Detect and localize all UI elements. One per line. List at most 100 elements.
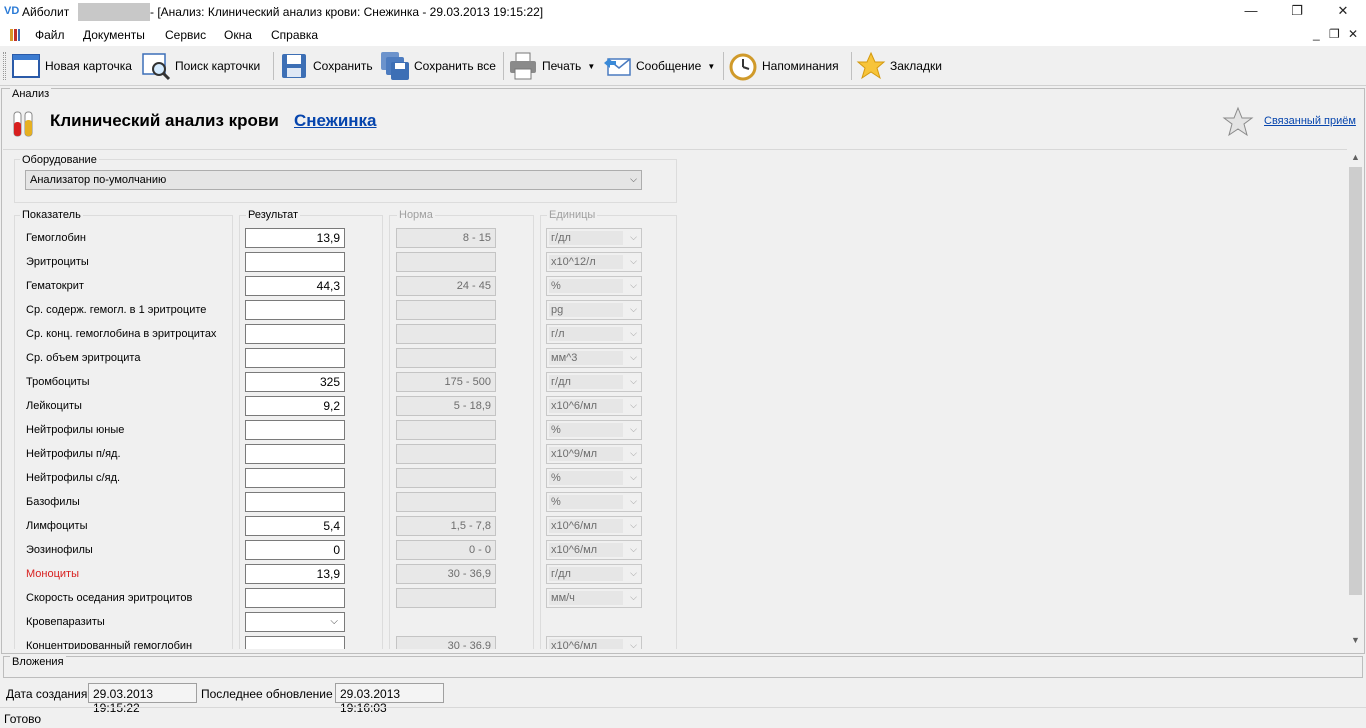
result-select[interactable]: ⌵ xyxy=(245,612,345,632)
maximize-button[interactable]: ❐ xyxy=(1274,0,1320,24)
chevron-down-icon: ⌵ xyxy=(630,328,637,338)
reminders-button[interactable]: Напоминания xyxy=(728,49,839,83)
updated-value: 29.03.2013 19:16:03 xyxy=(335,683,444,715)
search-card-button[interactable]: Поиск карточки xyxy=(141,49,260,83)
equipment-select[interactable]: Анализатор по-умолчанию ⌵ xyxy=(25,170,642,190)
unit-select: x10^9/мл ⌵ xyxy=(546,444,642,464)
norm-field: 5 - 18,9 xyxy=(396,396,496,416)
save-button[interactable]: Сохранить xyxy=(279,49,373,83)
minimize-button[interactable]: — xyxy=(1228,0,1274,24)
save-all-label: Сохранить все xyxy=(414,59,496,73)
chevron-down-icon: ⌵ xyxy=(630,448,637,458)
unit-select: г/л ⌵ xyxy=(546,324,642,344)
result-input[interactable]: 13,9 xyxy=(245,228,345,248)
toolbar-grip[interactable] xyxy=(3,52,6,80)
mdi-close-button[interactable]: ✕ xyxy=(1348,27,1358,41)
analysis-scroll-area: Оборудование Анализатор по-умолчанию ⌵ П… xyxy=(3,149,1347,649)
norm-field: 8 - 15 xyxy=(396,228,496,248)
chevron-down-icon: ⌵ xyxy=(630,544,637,554)
scroll-up-arrow[interactable]: ▲ xyxy=(1347,149,1364,166)
bookmark-star-icon[interactable] xyxy=(1222,106,1254,138)
toolbar-separator xyxy=(273,52,274,80)
norm-field xyxy=(396,300,496,320)
equipment-value: Анализатор по-умолчанию xyxy=(30,174,167,186)
result-input[interactable]: 5,4 xyxy=(245,516,345,536)
scroll-down-arrow[interactable]: ▼ xyxy=(1347,632,1364,649)
result-input[interactable] xyxy=(245,420,345,440)
norm-field xyxy=(396,420,496,440)
result-input[interactable] xyxy=(245,636,345,649)
chevron-down-icon: ⌵ xyxy=(630,400,637,410)
print-dropdown-arrow[interactable]: ▼ xyxy=(587,62,595,71)
attachments-label: Вложения xyxy=(10,656,66,668)
indicator-label: Концентрированный гемоглобин xyxy=(26,640,193,649)
unit-value: x10^12/л xyxy=(551,256,596,268)
patient-link[interactable]: Снежинка xyxy=(294,111,377,131)
unit-value: x10^6/мл xyxy=(551,640,598,649)
related-visit-link[interactable]: Связанный приём xyxy=(1264,115,1356,127)
save-all-button[interactable]: Сохранить все xyxy=(380,49,496,83)
created-value: 29.03.2013 19:15:22 xyxy=(88,683,197,715)
norm-field: 30 - 36,9 xyxy=(396,636,496,649)
result-input[interactable] xyxy=(245,300,345,320)
message-dropdown-arrow[interactable]: ▼ xyxy=(707,62,715,71)
indicator-label: Ср. объем эритроцита xyxy=(26,352,141,364)
indicator-column-header: Показатель xyxy=(20,209,83,221)
new-card-button[interactable]: Новая карточка xyxy=(11,49,132,83)
analysis-title: Клинический анализ крови xyxy=(50,111,279,130)
result-input[interactable] xyxy=(245,252,345,272)
unit-value: pg xyxy=(551,304,564,316)
floppy-disk-icon xyxy=(282,54,306,78)
print-button[interactable]: Печать ▼ xyxy=(508,49,595,83)
indicator-label: Моноциты xyxy=(26,568,79,580)
result-input[interactable] xyxy=(245,444,345,464)
unit-select: % ⌵ xyxy=(546,276,642,296)
result-input[interactable]: 44,3 xyxy=(245,276,345,296)
result-input[interactable] xyxy=(245,324,345,344)
unit-value: x10^6/мл xyxy=(551,520,598,532)
result-input[interactable]: 13,9 xyxy=(245,564,345,584)
result-input[interactable]: 0 xyxy=(245,540,345,560)
result-input[interactable] xyxy=(245,348,345,368)
indicator-label: Эритроциты xyxy=(26,256,89,268)
indicator-label: Гемоглобин xyxy=(26,232,86,244)
bookmarks-button[interactable]: Закладки xyxy=(856,49,942,83)
result-value: 5,4 xyxy=(323,519,340,533)
indicator-label: Нейтрофилы п/яд. xyxy=(26,448,121,460)
result-input[interactable]: 325 xyxy=(245,372,345,392)
menu-windows[interactable]: Окна xyxy=(224,28,252,42)
result-input[interactable] xyxy=(245,468,345,488)
chevron-down-icon: ⌵ xyxy=(630,496,637,506)
close-button[interactable]: ✕ xyxy=(1320,0,1366,24)
norm-field xyxy=(396,492,496,512)
chevron-down-icon: ⌵ xyxy=(630,568,637,578)
result-input[interactable] xyxy=(245,492,345,512)
equipment-label: Оборудование xyxy=(20,154,99,166)
analysis-panel-label: Анализ xyxy=(10,88,52,100)
unit-select: x10^6/мл ⌵ xyxy=(546,396,642,416)
app-menu-icon[interactable] xyxy=(9,28,21,42)
message-button[interactable]: Сообщение ▼ xyxy=(602,49,715,83)
scroll-thumb[interactable] xyxy=(1349,167,1362,595)
menu-documents[interactable]: Документы xyxy=(83,28,145,42)
menu-file[interactable]: Файл xyxy=(35,28,65,42)
chevron-down-icon: ⌵ xyxy=(630,472,637,482)
menu-service[interactable]: Сервис xyxy=(165,28,206,42)
vertical-scrollbar[interactable]: ▲ ▼ xyxy=(1347,149,1364,649)
menu-help[interactable]: Справка xyxy=(271,28,318,42)
norm-field: 24 - 45 xyxy=(396,276,496,296)
result-input[interactable]: 9,2 xyxy=(245,396,345,416)
result-input[interactable] xyxy=(245,588,345,608)
mdi-restore-button[interactable]: ❐ xyxy=(1329,27,1340,41)
mdi-minimize-button[interactable]: _ xyxy=(1313,27,1320,41)
unit-select: г/дл ⌵ xyxy=(546,564,642,584)
save-label: Сохранить xyxy=(313,59,373,73)
attachments-panel[interactable] xyxy=(3,656,1363,678)
indicator-label: Тромбоциты xyxy=(26,376,90,388)
unit-select: мм^3 ⌵ xyxy=(546,348,642,368)
norm-column-header: Норма xyxy=(397,209,435,221)
indicator-label: Нейтрофилы с/яд. xyxy=(26,472,121,484)
chevron-down-icon: ⌵ xyxy=(630,424,637,434)
created-label: Дата создания xyxy=(6,687,88,701)
unit-value: % xyxy=(551,424,561,436)
